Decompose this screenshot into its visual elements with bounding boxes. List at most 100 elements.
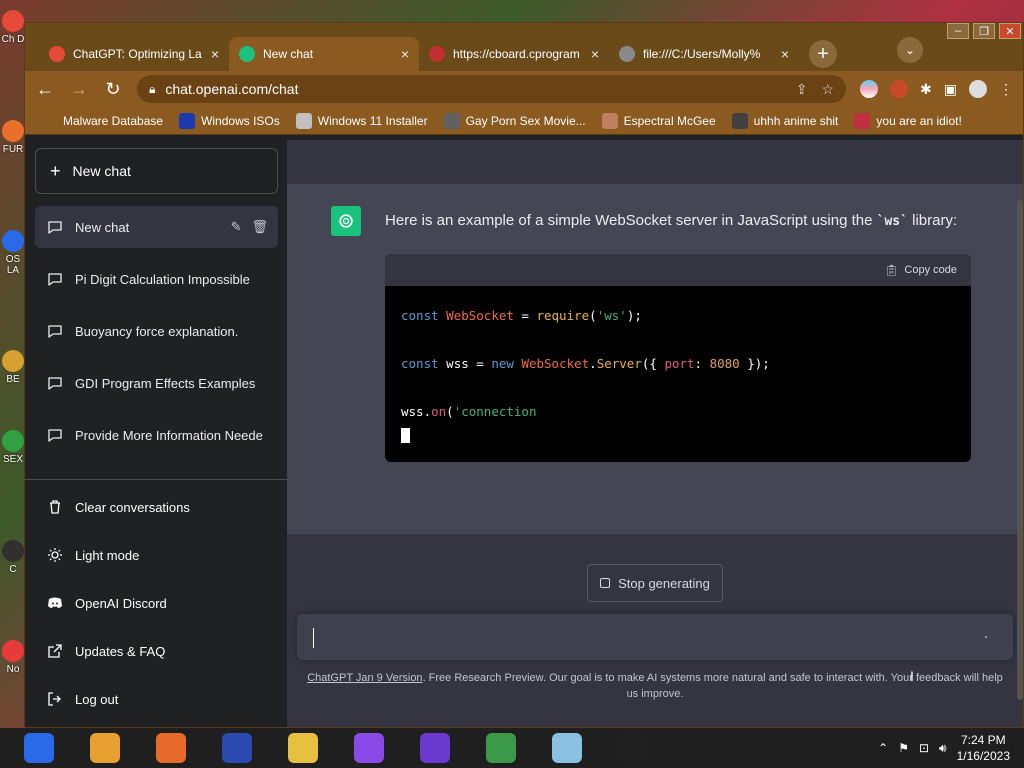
delete-trash-icon[interactable]: 🗑︎	[251, 219, 268, 235]
sidebar-item-clear-conversations[interactable]: Clear conversations	[35, 487, 278, 527]
bookmark-item[interactable]: Espectral McGee	[601, 112, 716, 129]
sidebar: + New chat New chat ✎ 🗑︎ Pi Digit Calculati…	[25, 140, 287, 727]
shortcut-label: BE	[6, 374, 20, 385]
bookmark-item[interactable]: uhhh anime shit	[731, 112, 838, 129]
minimize-button[interactable]: –	[947, 23, 969, 39]
avatar-extension-icon[interactable]	[890, 80, 909, 98]
conversation-item[interactable]: Pi Digit Calculation Impossible	[35, 258, 278, 300]
more-menu-icon[interactable]: ⋮	[999, 81, 1013, 98]
conversation-item[interactable]: GDI Program Effects Examples	[35, 362, 278, 404]
share-icon[interactable]: ⇪	[796, 81, 808, 98]
sidebar-item-updates-faq[interactable]: Updates & FAQ	[35, 631, 278, 671]
desktop-shortcut[interactable]: OS LA	[0, 230, 26, 276]
scrollbar[interactable]	[1017, 200, 1023, 700]
desktop-shortcut[interactable]: FUR	[0, 120, 26, 155]
shortcut-label: SEX	[2, 454, 23, 465]
taskbar-app-visual-studio-installer[interactable]	[336, 728, 402, 768]
edit-pencil-icon[interactable]: ✎	[231, 219, 242, 235]
sidebar-divider	[25, 479, 287, 480]
flag-extension-icon[interactable]	[860, 80, 879, 98]
bookmark-label: Windows ISOs	[201, 113, 280, 128]
conversation-label: Buoyancy force explanation.	[75, 323, 239, 339]
bookmark-favicon-icon	[601, 112, 618, 129]
code-header: 📋︎ Copy code	[385, 254, 971, 286]
back-button[interactable]: ←	[35, 79, 55, 100]
tab-favicon-icon	[239, 46, 255, 62]
footer-disclaimer: ChatGPT Jan 9 Version. Free Research Pre…	[303, 670, 1007, 702]
desktop-shortcut[interactable]: C	[0, 540, 26, 575]
new-tab-button[interactable]: +	[809, 40, 837, 68]
tray-overflow-icon[interactable]: ⌃	[878, 741, 888, 755]
chat-bubble-icon	[47, 375, 63, 391]
clock[interactable]: 7:24 PM 1/16/2023	[957, 732, 1010, 764]
prompt-input[interactable]	[297, 614, 1013, 660]
copy-code-button[interactable]: Copy code	[904, 264, 957, 276]
chrome-icon	[90, 733, 120, 763]
tab-close-icon[interactable]: ×	[591, 46, 599, 62]
taskbar-app-command-prompt[interactable]	[600, 728, 666, 768]
bookmark-favicon-icon	[731, 112, 748, 129]
conversation-label: New chat	[75, 219, 130, 235]
tab-close-icon[interactable]: ×	[401, 46, 409, 62]
taskbar-app-network-app[interactable]	[468, 728, 534, 768]
browser-tab[interactable]: file:///C:/Users/Molly% ×	[609, 37, 799, 71]
bookmark-star-icon[interactable]: ☆	[821, 81, 834, 98]
bookmark-label: Espectral McGee	[623, 113, 716, 128]
visual-studio-icon	[420, 733, 450, 763]
browser-tab[interactable]: New chat ×	[229, 37, 419, 71]
desktop-shortcut[interactable]: BE	[0, 350, 26, 385]
tab-strip: ChatGPT: Optimizing La × New chat × https://…	[25, 33, 1023, 71]
address-url: chat.openai.com/chat	[165, 81, 299, 97]
tab-close-icon[interactable]: ×	[211, 46, 219, 62]
conversation-item[interactable]: Provide More Information Neede	[35, 414, 278, 456]
close-window-button[interactable]: ✕	[999, 23, 1021, 39]
tab-search-button[interactable]: ⌄	[897, 37, 923, 63]
sidebar-toggle-icon[interactable]: ▣	[944, 81, 957, 98]
bookmark-item[interactable]: Windows 11 Installer	[295, 112, 428, 129]
puzzle-icon[interactable]: ✱	[920, 81, 932, 98]
taskbar-app-notepad[interactable]	[534, 728, 600, 768]
version-link[interactable]: ChatGPT Jan 9 Version	[307, 672, 422, 684]
stop-generating-button[interactable]: Stop generating	[587, 564, 723, 602]
send-button[interactable]	[985, 636, 987, 638]
bookmark-item[interactable]: you are an idiot!	[854, 112, 962, 129]
bookmark-item[interactable]: Windows ISOs	[179, 112, 280, 129]
conversation-item[interactable]: Buoyancy force explanation.	[35, 310, 278, 352]
network-icon[interactable]: ⊡	[919, 741, 929, 755]
taskbar-app-firefox[interactable]	[138, 728, 204, 768]
chat-top-spacer	[287, 140, 1023, 184]
bookmark-item[interactable]: Malware Database	[41, 112, 163, 129]
taskbar-app-chrome[interactable]	[72, 728, 138, 768]
mouse-ibeam-cursor: I	[910, 668, 914, 684]
bookmark-item[interactable]: Gay Porn Sex Movie...	[443, 112, 586, 129]
desktop-shortcut[interactable]: No	[0, 640, 26, 675]
taskbar-app-media-player[interactable]	[6, 728, 72, 768]
code-line-2: const wss = new WebSocket.Server({ port:…	[401, 356, 770, 371]
desktop-shortcut[interactable]: SEX	[0, 430, 26, 465]
profile-icon[interactable]	[969, 80, 987, 98]
maximize-button[interactable]: ❐	[973, 23, 995, 39]
conversation-label: Provide More Information Neede	[75, 427, 263, 443]
sidebar-item-log-out[interactable]: Log out	[35, 679, 278, 719]
sidebar-item-light-mode[interactable]: Light mode	[35, 535, 278, 575]
reload-button[interactable]: ↻	[103, 79, 123, 100]
conversation-item[interactable]: New chat ✎ 🗑︎	[35, 206, 278, 248]
page-content: + New chat New chat ✎ 🗑︎ Pi Digit Calculati…	[25, 140, 1023, 727]
desktop-shortcut[interactable]: Ch D	[0, 10, 26, 45]
tab-close-icon[interactable]: ×	[781, 46, 789, 62]
clock-date: 1/16/2023	[956, 749, 1010, 763]
action-center-flag-icon[interactable]: ⚑	[898, 741, 909, 755]
bookmark-favicon-icon	[41, 112, 57, 129]
taskbar-app-visual-studio[interactable]	[402, 728, 468, 768]
address-bar[interactable]: 🔒︎ chat.openai.com/chat ⇪ ☆	[137, 75, 847, 103]
sidebar-item-openai-discord[interactable]: OpenAI Discord	[35, 583, 278, 623]
new-chat-button[interactable]: + New chat	[35, 148, 278, 194]
taskbar-app-obama-app[interactable]	[204, 728, 270, 768]
browser-tab[interactable]: ChatGPT: Optimizing La ×	[39, 37, 229, 71]
forward-button[interactable]: →	[69, 79, 89, 100]
taskbar-app-file-explorer[interactable]	[270, 728, 336, 768]
clipboard-icon[interactable]: 📋︎	[884, 264, 898, 277]
sun-icon	[47, 547, 63, 563]
browser-tab[interactable]: https://cboard.cprogram ×	[419, 37, 609, 71]
volume-icon[interactable]: 🔊︎	[939, 741, 947, 756]
